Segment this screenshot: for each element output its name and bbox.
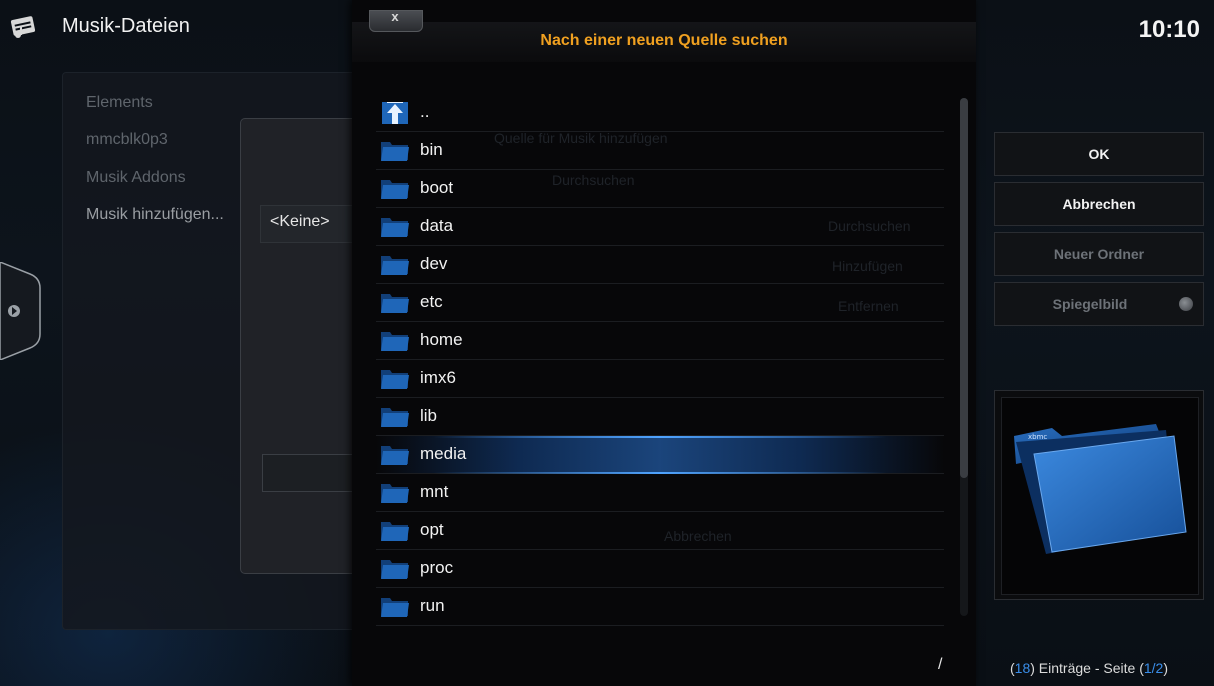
file-list-item-label: home [420,330,463,349]
folder-icon [381,332,409,351]
music-files-icon [10,16,36,38]
file-list-item-label: opt [420,520,444,539]
file-list-item[interactable]: data [376,208,944,246]
file-list-item[interactable]: .. [376,94,944,132]
file-list-item[interactable]: opt [376,512,944,550]
page-indicator: 1/2 [1143,660,1164,676]
file-list-item[interactable]: run [376,588,944,626]
file-list-item[interactable]: boot [376,170,944,208]
folder-icon [381,256,409,275]
file-list-item-label: media [420,444,467,463]
file-list-item[interactable]: etc [376,284,944,322]
background-input [262,454,364,492]
scrollbar-thumb[interactable] [960,98,968,478]
file-list-item-label: etc [420,292,443,311]
file-list-item-label: dev [420,254,448,273]
new-folder-button[interactable]: Neuer Ordner [994,232,1204,276]
folder-icon [381,408,409,427]
file-list-item-label: data [420,216,454,235]
file-list-item-label: .. [420,102,430,121]
background-dialog [240,118,364,574]
file-list-item[interactable]: mnt [376,474,944,512]
clock: 10:10 [1138,16,1200,43]
bg-list-item: Musik hinzufügen... [86,206,224,223]
mirror-label: Spiegelbild [1052,296,1128,312]
file-list-item[interactable]: lib [376,398,944,436]
file-list-item-label: mnt [420,482,449,501]
file-list-item[interactable]: imx6 [376,360,944,398]
bg-list-item: Elements [86,94,153,111]
cancel-button[interactable]: Abbrechen [994,182,1204,226]
bg-list-item: Musik Addons [86,169,186,186]
ok-button[interactable]: OK [994,132,1204,176]
current-path: / [938,656,943,673]
file-list-item-label: bin [420,140,443,159]
radio-icon [1179,297,1193,311]
mirror-toggle-button[interactable]: Spiegelbild [994,282,1204,326]
folder-thumbnail-icon: xbmc [1014,424,1187,554]
folder-icon [381,446,409,465]
file-list-item[interactable]: proc [376,550,944,588]
folder-icon [381,560,409,579]
file-list-item[interactable]: home [376,322,944,360]
folder-icon [381,180,409,199]
status-bar: (18) Einträge - Seite (1/2) [1010,660,1168,676]
close-icon[interactable]: x [369,9,421,24]
folder-icon [381,142,409,161]
side-menu-tab[interactable] [0,262,42,360]
parent-folder-icon [382,102,408,124]
file-list-item-label: lib [420,406,438,425]
file-list-item-label: boot [420,178,454,197]
file-list-item[interactable]: bin [376,132,944,170]
folder-icon [381,522,409,541]
folder-icon [381,598,409,617]
file-list: .. bin boot data dev etc home imx6 lib media mnt op… [376,94,944,626]
window-title: Musik-Dateien [62,15,190,37]
dialog-title: Nach einer neuen Quelle suchen [540,32,788,49]
folder-icon [381,370,409,389]
file-list-item-label: run [420,596,445,615]
folder-icon [381,218,409,237]
entry-count: 18 [1014,660,1031,676]
folder-icon [381,484,409,503]
file-list-item-label: imx6 [420,368,456,387]
source-select-value: <Keine> [270,213,330,230]
bg-list-item: mmcblk0p3 [86,131,168,148]
svg-text:xbmc: xbmc [1028,433,1047,441]
file-list-item[interactable]: media [376,436,944,474]
file-list-item-label: proc [420,558,454,577]
folder-icon [381,294,409,313]
file-list-item[interactable]: dev [376,246,944,284]
